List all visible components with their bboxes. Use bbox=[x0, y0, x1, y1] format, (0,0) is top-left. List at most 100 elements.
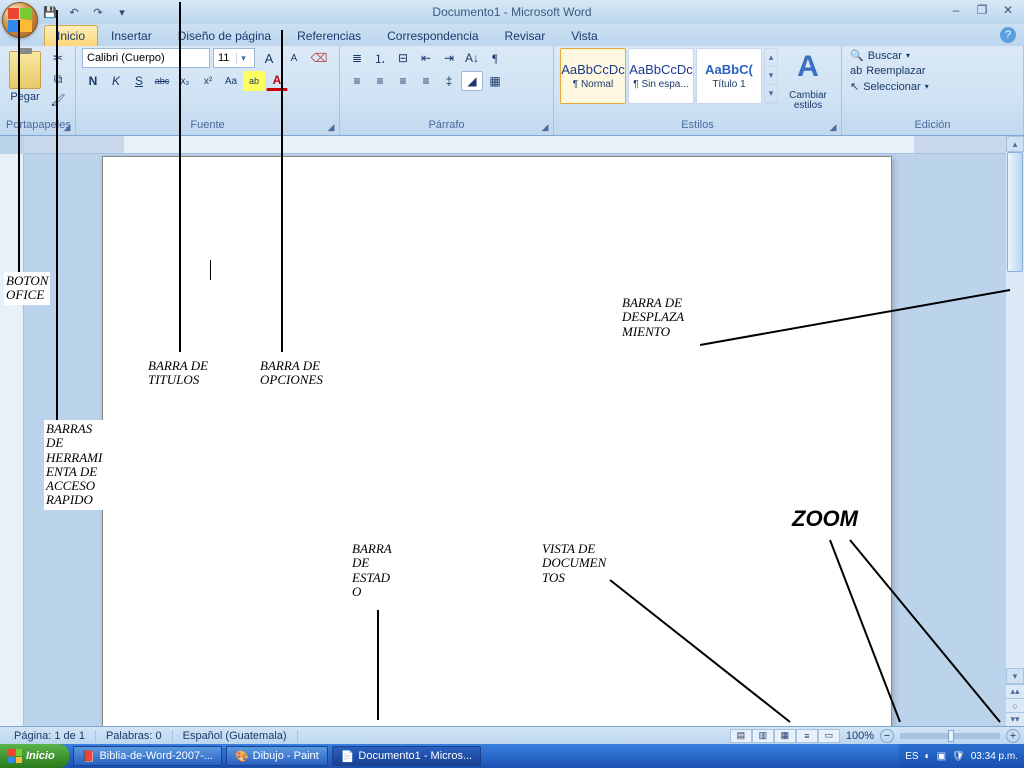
scroll-down-icon[interactable]: ▾ bbox=[1006, 668, 1024, 684]
subscript-button[interactable]: x₂ bbox=[174, 71, 196, 91]
start-button[interactable]: Inicio bbox=[0, 744, 69, 768]
tray-time[interactable]: 03:34 p.m. bbox=[971, 751, 1018, 762]
change-case-button[interactable]: Aa bbox=[220, 71, 242, 91]
change-styles-button[interactable]: A Cambiar estilos bbox=[781, 48, 835, 114]
font-family-input[interactable] bbox=[83, 52, 233, 64]
zoom-out-icon[interactable]: − bbox=[880, 729, 894, 743]
tab-diseno[interactable]: Diseño de página bbox=[165, 25, 284, 46]
taskbar-item-pdf[interactable]: 📕Biblia-de-Word-2007-... bbox=[73, 746, 222, 766]
minimize-button[interactable]: – bbox=[944, 2, 968, 18]
justify-icon[interactable]: ≡ bbox=[415, 71, 437, 91]
qat-undo-icon[interactable]: ↶ bbox=[64, 3, 84, 21]
taskbar-item-word[interactable]: 📄Documento1 - Micros... bbox=[332, 746, 481, 766]
zoom-level[interactable]: 100% bbox=[846, 730, 874, 742]
italic-button[interactable]: K bbox=[105, 71, 127, 91]
office-button[interactable] bbox=[2, 2, 38, 38]
prev-page-icon[interactable]: ▴▴ bbox=[1006, 684, 1024, 698]
bold-button[interactable]: N bbox=[82, 71, 104, 91]
scroll-up-icon[interactable]: ▴ bbox=[1006, 136, 1024, 152]
show-marks-icon[interactable]: ¶ bbox=[484, 48, 506, 68]
tab-vista[interactable]: Vista bbox=[558, 25, 610, 46]
browse-object-icon[interactable]: ○ bbox=[1006, 698, 1024, 712]
align-left-icon[interactable]: ≡ bbox=[346, 71, 368, 91]
chevron-down-icon[interactable]: ▾ bbox=[925, 82, 929, 91]
taskbar-item-paint[interactable]: 🎨Dibujo - Paint bbox=[226, 746, 328, 766]
qat-customize-icon[interactable]: ▾ bbox=[112, 3, 132, 21]
qat-redo-icon[interactable]: ↷ bbox=[88, 3, 108, 21]
view-draft-icon[interactable]: ▭ bbox=[818, 729, 840, 743]
help-icon[interactable]: ? bbox=[1000, 27, 1016, 43]
copy-icon[interactable]: ⧉ bbox=[47, 69, 69, 89]
scroll-thumb[interactable] bbox=[1007, 152, 1023, 272]
view-outline-icon[interactable]: ≡ bbox=[796, 729, 818, 743]
tray-icon[interactable]: 🛡 bbox=[952, 751, 965, 762]
shading-icon[interactable]: ◢ bbox=[461, 71, 483, 91]
tab-inicio[interactable]: Inicio bbox=[44, 25, 98, 46]
scroll-track[interactable] bbox=[1006, 152, 1024, 668]
seleccionar-button[interactable]: ↖Seleccionar▾ bbox=[848, 79, 931, 94]
view-fullscreen-icon[interactable]: ▥ bbox=[752, 729, 774, 743]
superscript-button[interactable]: x² bbox=[197, 71, 219, 91]
bullets-icon[interactable]: ≣ bbox=[346, 48, 368, 68]
reemplazar-button[interactable]: abReemplazar bbox=[848, 64, 931, 78]
zoom-in-icon[interactable]: + bbox=[1006, 729, 1020, 743]
shrink-font-icon[interactable]: A bbox=[283, 48, 305, 68]
numbering-icon[interactable]: ⒈ bbox=[369, 48, 391, 68]
status-words[interactable]: Palabras: 0 bbox=[96, 730, 173, 742]
gallery-more-icon[interactable]: ▾ bbox=[765, 85, 777, 103]
font-color-button[interactable]: A bbox=[266, 71, 288, 91]
sort-icon[interactable]: A↓ bbox=[461, 48, 483, 68]
font-size-combo[interactable]: ▾ bbox=[213, 48, 255, 68]
paste-button[interactable]: Pegar bbox=[6, 48, 44, 106]
dialog-launcher-icon[interactable]: ◢ bbox=[325, 121, 337, 133]
highlight-button[interactable]: ab bbox=[243, 71, 265, 91]
tab-insertar[interactable]: Insertar bbox=[98, 25, 165, 46]
decrease-indent-icon[interactable]: ⇤ bbox=[415, 48, 437, 68]
tab-referencias[interactable]: Referencias bbox=[284, 25, 374, 46]
clear-format-icon[interactable]: ⌫ bbox=[308, 48, 330, 68]
strike-button[interactable]: abc bbox=[151, 71, 173, 91]
close-button[interactable]: ✕ bbox=[996, 2, 1020, 18]
next-page-icon[interactable]: ▾▾ bbox=[1006, 712, 1024, 726]
format-painter-icon[interactable]: 🖌 bbox=[47, 90, 69, 110]
chevron-down-icon[interactable]: ▾ bbox=[906, 51, 910, 60]
dialog-launcher-icon[interactable]: ◢ bbox=[61, 121, 73, 133]
chevron-down-icon[interactable]: ▾ bbox=[236, 53, 250, 64]
qat-save-icon[interactable]: 💾 bbox=[40, 3, 60, 21]
style-preview: AaBbCcDc bbox=[629, 62, 693, 77]
line-spacing-icon[interactable]: ‡ bbox=[438, 71, 460, 91]
style-titulo1[interactable]: AaBbC( Título 1 bbox=[696, 48, 762, 104]
status-language[interactable]: Español (Guatemala) bbox=[173, 730, 298, 742]
grow-font-icon[interactable]: A bbox=[258, 48, 280, 68]
borders-icon[interactable]: ▦ bbox=[484, 71, 506, 91]
multilevel-icon[interactable]: ⊟ bbox=[392, 48, 414, 68]
zoom-slider[interactable] bbox=[900, 733, 1000, 739]
buscar-button[interactable]: 🔍Buscar▾ bbox=[848, 48, 931, 63]
style-normal[interactable]: AaBbCcDc ¶ Normal bbox=[560, 48, 626, 104]
document-page[interactable] bbox=[102, 156, 892, 726]
maximize-button[interactable]: ❐ bbox=[970, 2, 994, 18]
align-right-icon[interactable]: ≡ bbox=[392, 71, 414, 91]
align-center-icon[interactable]: ≡ bbox=[369, 71, 391, 91]
view-print-layout-icon[interactable]: ▤ bbox=[730, 729, 752, 743]
gallery-down-icon[interactable]: ▾ bbox=[765, 67, 777, 85]
zoom-slider-thumb[interactable] bbox=[948, 730, 954, 742]
style-sinespaciado[interactable]: AaBbCcDc ¶ Sin espa... bbox=[628, 48, 694, 104]
font-size-input[interactable] bbox=[214, 52, 236, 64]
increase-indent-icon[interactable]: ⇥ bbox=[438, 48, 460, 68]
gallery-up-icon[interactable]: ▴ bbox=[765, 49, 777, 67]
tray-lang[interactable]: ES bbox=[905, 751, 918, 762]
horizontal-ruler[interactable] bbox=[24, 136, 1024, 154]
vertical-ruler[interactable] bbox=[0, 154, 24, 726]
dialog-launcher-icon[interactable]: ◢ bbox=[827, 121, 839, 133]
tray-icon[interactable]: ◐ bbox=[925, 751, 931, 762]
dialog-launcher-icon[interactable]: ◢ bbox=[539, 121, 551, 133]
tray-icon[interactable]: ▣ bbox=[937, 751, 946, 762]
view-web-icon[interactable]: ▦ bbox=[774, 729, 796, 743]
tab-correspondencia[interactable]: Correspondencia bbox=[374, 25, 491, 46]
cut-icon[interactable]: ✂ bbox=[47, 48, 69, 68]
status-page[interactable]: Página: 1 de 1 bbox=[4, 730, 96, 742]
tab-revisar[interactable]: Revisar bbox=[492, 25, 559, 46]
font-family-combo[interactable]: ▾ bbox=[82, 48, 210, 68]
underline-button[interactable]: S bbox=[128, 71, 150, 91]
